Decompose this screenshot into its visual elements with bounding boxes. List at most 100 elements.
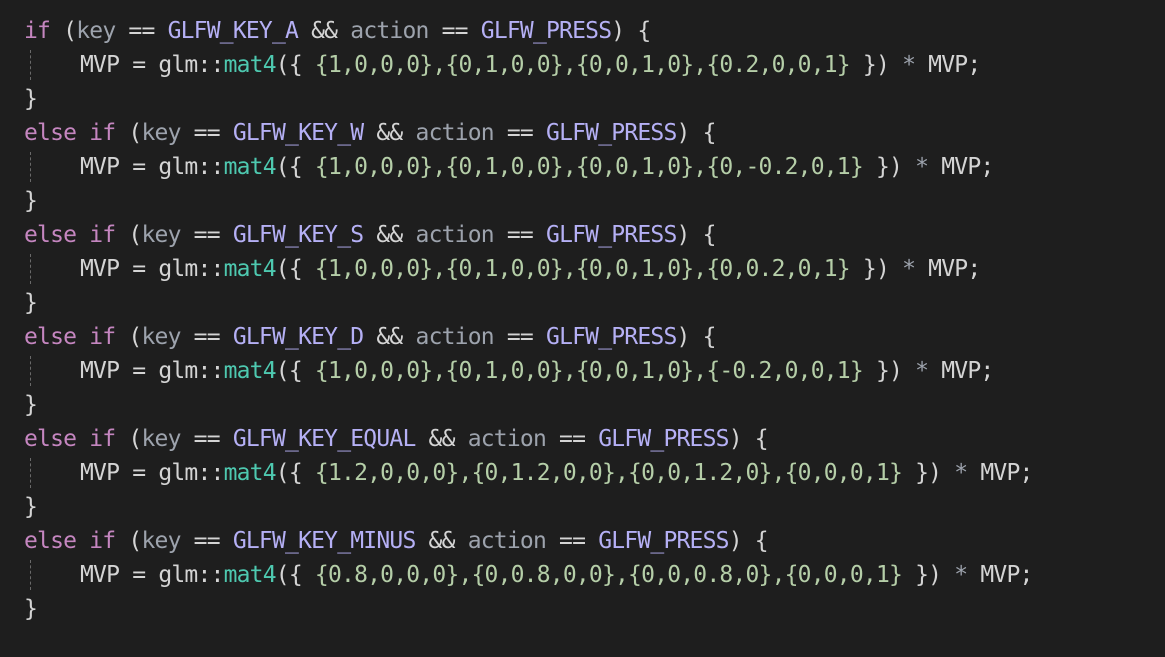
close-brace: } bbox=[24, 86, 38, 112]
mvp-variable-end: MVP; bbox=[967, 460, 1033, 486]
glm-namespace: glm:: bbox=[158, 256, 224, 282]
equals-operator: == bbox=[493, 324, 547, 350]
code-line-condition[interactable]: else if (key == GLFW_KEY_MINUS && action… bbox=[24, 524, 1033, 558]
equals-operator: == bbox=[493, 120, 547, 146]
code-line-close[interactable]: } bbox=[24, 286, 1033, 320]
and-operator: && bbox=[363, 222, 416, 248]
open-brace: ) { bbox=[728, 528, 769, 554]
indent-guide bbox=[30, 458, 31, 488]
mat4-type: mat4 bbox=[223, 460, 277, 486]
mvp-variable-end: MVP; bbox=[967, 562, 1033, 588]
mvp-variable-end: MVP; bbox=[915, 52, 981, 78]
matrix-literal: {1,0,0,0},{0,1,0,0},{0,0,1,0},{0,-0.2,0,… bbox=[314, 154, 864, 180]
open-brace: ) { bbox=[676, 222, 717, 248]
close-brace: } bbox=[24, 392, 38, 418]
code-area[interactable]: if (key == GLFW_KEY_A && action == GLFW_… bbox=[24, 14, 1033, 626]
code-line-close[interactable]: } bbox=[24, 184, 1033, 218]
statement: MVP = glm::mat4({ {1.2,0,0,0},{0,1.2,0,0… bbox=[80, 456, 1033, 490]
open-brace: ) { bbox=[728, 426, 769, 452]
else-keyword: else bbox=[24, 528, 90, 554]
code-editor[interactable]: if (key == GLFW_KEY_A && action == GLFW_… bbox=[0, 0, 1165, 657]
equals-operator: == bbox=[546, 528, 599, 554]
code-line-condition[interactable]: else if (key == GLFW_KEY_S && action == … bbox=[24, 218, 1033, 252]
close-brace: } bbox=[24, 188, 38, 214]
glm-namespace: glm:: bbox=[158, 562, 224, 588]
assign-operator: = bbox=[119, 460, 159, 486]
else-keyword: else bbox=[24, 120, 90, 146]
and-operator: && bbox=[415, 426, 468, 452]
if-keyword: if bbox=[89, 324, 116, 350]
key-constant: GLFW_KEY_W bbox=[232, 120, 364, 146]
glm-namespace: glm:: bbox=[158, 52, 224, 78]
code-line-close[interactable]: } bbox=[24, 82, 1033, 116]
code-line-condition[interactable]: else if (key == GLFW_KEY_EQUAL && action… bbox=[24, 422, 1033, 456]
code-line-body[interactable]: MVP = glm::mat4({ {1,0,0,0},{0,1,0,0},{0… bbox=[24, 252, 1033, 286]
statement: MVP = glm::mat4({ {1,0,0,0},{0,1,0,0},{0… bbox=[80, 252, 981, 286]
open-paren: ( bbox=[115, 222, 142, 248]
assign-operator: = bbox=[119, 358, 159, 384]
action-variable: action bbox=[415, 222, 495, 248]
close-brace: } bbox=[24, 494, 38, 520]
glm-namespace: glm:: bbox=[158, 358, 224, 384]
call-open: ({ bbox=[275, 562, 315, 588]
if-keyword: if bbox=[89, 120, 116, 146]
and-operator: && bbox=[363, 120, 416, 146]
matrix-literal: {1,0,0,0},{0,1,0,0},{0,0,1,0},{0.2,0,0,1… bbox=[314, 52, 851, 78]
call-open: ({ bbox=[275, 460, 315, 486]
open-brace: ) { bbox=[611, 18, 651, 44]
multiply-operator: * bbox=[902, 256, 916, 282]
action-variable: action bbox=[467, 426, 547, 452]
key-constant: GLFW_KEY_A bbox=[167, 18, 299, 44]
call-close: }) bbox=[862, 358, 916, 384]
matrix-literal: {0.8,0,0,0},{0,0.8,0,0},{0,0,0.8,0},{0,0… bbox=[314, 562, 903, 588]
key-constant: GLFW_KEY_S bbox=[232, 222, 364, 248]
call-open: ({ bbox=[275, 154, 315, 180]
action-variable: action bbox=[467, 528, 547, 554]
indent-guide bbox=[30, 50, 31, 80]
mat4-type: mat4 bbox=[223, 358, 277, 384]
code-line-close[interactable]: } bbox=[24, 388, 1033, 422]
code-line-condition[interactable]: else if (key == GLFW_KEY_D && action == … bbox=[24, 320, 1033, 354]
code-line-condition[interactable]: if (key == GLFW_KEY_A && action == GLFW_… bbox=[24, 14, 1033, 48]
call-close: }) bbox=[849, 52, 903, 78]
call-close: }) bbox=[902, 460, 955, 486]
equals-operator: == bbox=[428, 18, 481, 44]
mvp-variable-end: MVP; bbox=[928, 358, 994, 384]
equals-operator: == bbox=[180, 222, 233, 248]
equals-operator: == bbox=[493, 222, 547, 248]
mat4-type: mat4 bbox=[223, 256, 277, 282]
code-line-condition[interactable]: else if (key == GLFW_KEY_W && action == … bbox=[24, 116, 1033, 150]
press-constant: GLFW_PRESS bbox=[546, 222, 677, 248]
action-variable: action bbox=[415, 324, 495, 350]
mvp-variable-end: MVP; bbox=[928, 154, 994, 180]
statement: MVP = glm::mat4({ {1,0,0,0},{0,1,0,0},{0… bbox=[80, 354, 994, 388]
assign-operator: = bbox=[119, 154, 159, 180]
mvp-variable: MVP bbox=[80, 52, 120, 78]
mvp-variable: MVP bbox=[80, 460, 120, 486]
and-operator: && bbox=[363, 324, 416, 350]
close-brace: } bbox=[24, 290, 38, 316]
call-open: ({ bbox=[275, 52, 315, 78]
key-variable: key bbox=[141, 222, 181, 248]
mat4-type: mat4 bbox=[223, 52, 277, 78]
call-close: }) bbox=[902, 562, 955, 588]
indent-guide bbox=[30, 152, 31, 182]
press-constant: GLFW_PRESS bbox=[480, 18, 612, 44]
assign-operator: = bbox=[119, 256, 159, 282]
call-close: }) bbox=[849, 256, 903, 282]
mvp-variable-end: MVP; bbox=[915, 256, 981, 282]
code-line-body[interactable]: MVP = glm::mat4({ {1,0,0,0},{0,1,0,0},{0… bbox=[24, 150, 1033, 184]
else-keyword: else bbox=[24, 324, 90, 350]
code-line-close[interactable]: } bbox=[24, 592, 1033, 626]
equals-operator: == bbox=[546, 426, 599, 452]
multiply-operator: * bbox=[915, 358, 929, 384]
code-line-body[interactable]: MVP = glm::mat4({ {1,0,0,0},{0,1,0,0},{0… bbox=[24, 48, 1033, 82]
code-line-body[interactable]: MVP = glm::mat4({ {0.8,0,0,0},{0,0.8,0,0… bbox=[24, 558, 1033, 592]
glm-namespace: glm:: bbox=[158, 460, 224, 486]
equals-operator: == bbox=[180, 324, 233, 350]
code-line-body[interactable]: MVP = glm::mat4({ {1,0,0,0},{0,1,0,0},{0… bbox=[24, 354, 1033, 388]
code-line-body[interactable]: MVP = glm::mat4({ {1.2,0,0,0},{0,1.2,0,0… bbox=[24, 456, 1033, 490]
if-keyword: if bbox=[89, 222, 116, 248]
code-line-close[interactable]: } bbox=[24, 490, 1033, 524]
mvp-variable: MVP bbox=[80, 358, 120, 384]
